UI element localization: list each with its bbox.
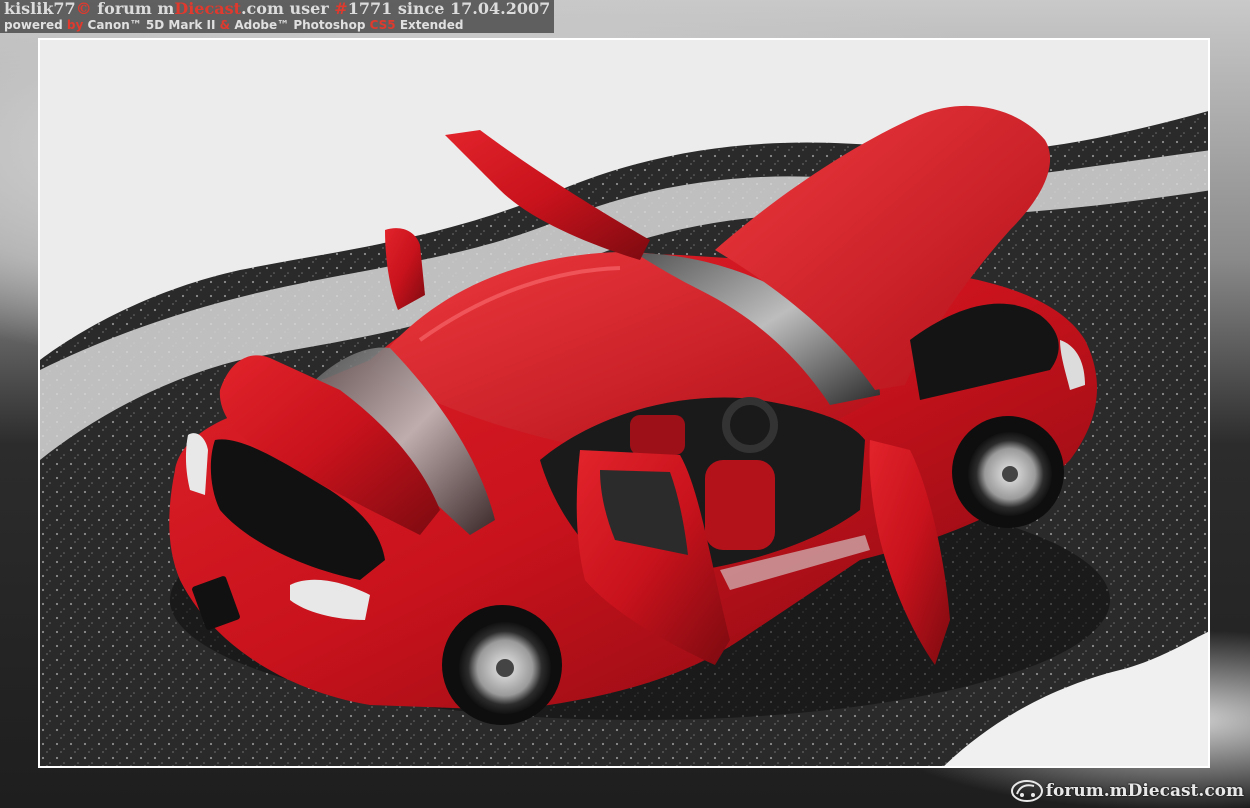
- car-photo: [40, 40, 1208, 766]
- watermark-line-2: powered by Canon™ 5D Mark II & Adobe™ Ph…: [4, 18, 464, 32]
- front-wheel: [952, 416, 1064, 528]
- site-logo: forum.mDiecast.com: [1010, 778, 1244, 804]
- rear-wheel: [442, 605, 562, 725]
- mdiecast-logo-icon: [1010, 780, 1043, 802]
- logo-text: forum.mDiecast.com: [1045, 781, 1244, 801]
- photo-frame: [38, 38, 1210, 768]
- rear-seat: [630, 415, 685, 455]
- watermark-line-1: kislik77© forum mDiecast.com user #1771 …: [4, 0, 551, 18]
- watermark: kislik77© forum mDiecast.com user #1771 …: [0, 0, 555, 33]
- tail-light-left: [185, 433, 208, 495]
- car-seat: [705, 460, 775, 550]
